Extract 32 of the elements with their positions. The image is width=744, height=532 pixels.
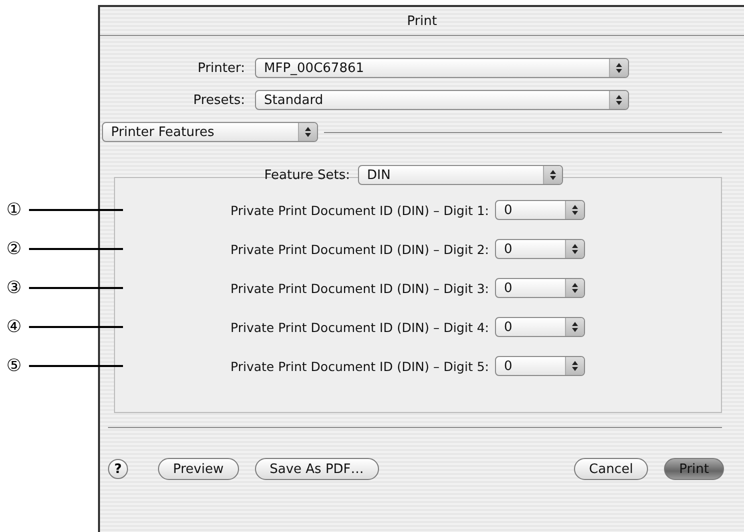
printer-popup[interactable]: MFP_00C67861: [255, 58, 629, 78]
dialog-button[interactable]: Print: [664, 458, 724, 480]
stepper-arrows-icon: [565, 279, 584, 297]
help-button[interactable]: ?: [108, 459, 128, 479]
digit-popup[interactable]: 0: [495, 239, 585, 259]
dialog-button[interactable]: Cancel: [574, 458, 648, 480]
stepper-arrows-icon: [609, 59, 628, 77]
digit-popup[interactable]: 0: [495, 356, 585, 376]
stepper-arrows-icon: [543, 166, 562, 184]
presets-label: Presets:: [192, 92, 246, 108]
stepper-arrows-icon: [565, 318, 584, 336]
digit-popup[interactable]: 0: [495, 317, 585, 337]
stepper-arrows-icon: [565, 240, 584, 258]
stepper-arrows-icon: [565, 201, 584, 219]
feature-label: Private Print Document ID (DIN) – Digit 2:: [230, 242, 490, 256]
feature-label: Private Print Document ID (DIN) – Digit 1:: [230, 202, 490, 218]
feature-label: Private Print Document ID (DIN) – Digit 4:: [230, 320, 490, 334]
feature-sets-popup[interactable]: DIN: [358, 165, 563, 185]
pane-popup[interactable]: Printer Features: [102, 122, 318, 142]
printer-label: Printer:: [196, 60, 246, 76]
stepper-arrows-icon: [298, 123, 317, 141]
stepper-arrows-icon: [609, 91, 628, 109]
feature-label: Private Print Document ID (DIN) – Digit 3:: [230, 280, 490, 296]
stepper-arrows-icon: [565, 357, 584, 375]
feature-label: Private Print Document ID (DIN) – Digit 5:: [230, 358, 490, 374]
presets-popup[interactable]: Standard: [255, 90, 629, 110]
window-title: Print: [407, 14, 437, 28]
dialog-button[interactable]: Save As PDF…: [254, 458, 379, 480]
dialog-button[interactable]: Preview: [158, 458, 239, 480]
feature-sets-label: Feature Sets:: [263, 168, 351, 182]
digit-popup[interactable]: 0: [495, 200, 585, 220]
digit-popup[interactable]: 0: [495, 278, 585, 298]
